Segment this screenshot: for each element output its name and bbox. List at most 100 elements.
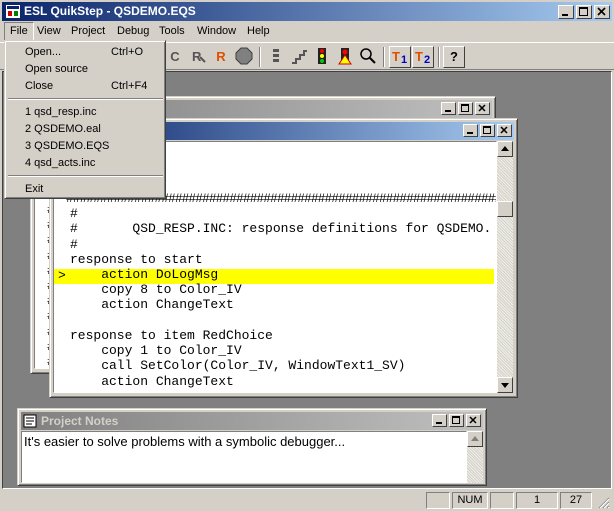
svg-text:1: 1 — [401, 54, 407, 65]
menu-window[interactable]: Window — [192, 22, 241, 41]
magnifier-icon — [360, 48, 376, 64]
status-num: NUM — [452, 492, 488, 509]
status-pane-blank — [490, 492, 514, 509]
code-line: # — [70, 237, 78, 252]
svg-text:T: T — [392, 49, 400, 64]
menu-open[interactable]: Open... Ctrl+O — [8, 44, 163, 61]
code-window-minimize-button[interactable] — [463, 124, 478, 137]
menu-file[interactable]: File — [4, 22, 34, 41]
code-window-controls — [461, 124, 512, 138]
code-line: response to start — [70, 252, 203, 267]
toolbar-stairs-button[interactable] — [288, 46, 310, 68]
menu-recent-4[interactable]: 4 qsd_acts.inc — [8, 155, 163, 172]
alert-light-icon — [338, 48, 352, 65]
notes-maximize-button[interactable] — [449, 414, 464, 427]
code-line: copy 8 to Color_IV — [70, 282, 242, 297]
notes-text: It's easier to solve problems with a sym… — [24, 434, 346, 449]
menu-recent-1[interactable]: 1 qsd_resp.inc — [8, 104, 163, 121]
code-line-current: action DoLogMsg — [70, 267, 219, 282]
menu-recent-3[interactable]: 3 QSDEMO.EQS — [8, 138, 163, 155]
bars-icon — [273, 49, 279, 62]
current-line-arrow: > — [58, 268, 66, 283]
menu-tools[interactable]: Tools — [154, 22, 190, 41]
notes-title: Project Notes — [41, 414, 119, 428]
menu-recent-2[interactable]: 2 QSDEMO.eal — [8, 121, 163, 138]
toolbar-t2-button[interactable]: T2 — [412, 46, 434, 68]
code-line: action ChangeText — [70, 297, 234, 312]
code-window-maximize-button[interactable] — [480, 124, 495, 137]
toolbar-t1-button[interactable]: T1 — [389, 46, 411, 68]
toolbar-level-button[interactable] — [265, 46, 287, 68]
maximize-button[interactable] — [576, 5, 592, 19]
notes-vertical-scrollbar[interactable] — [467, 431, 483, 483]
child-back-close-button[interactable] — [475, 102, 490, 115]
timer2-icon: T2 — [415, 49, 430, 66]
menu-separator — [8, 98, 163, 100]
code-line: call SetColor(Color_IV, WindowText1_SV) — [70, 358, 406, 373]
file-menu-dropdown: Open... Ctrl+O Open source Close Ctrl+F4… — [4, 40, 166, 199]
notes-controls — [430, 414, 481, 428]
notes-minimize-button[interactable] — [432, 414, 447, 427]
code-line: # — [70, 206, 78, 221]
scroll-down-button[interactable] — [497, 377, 513, 393]
timer1-icon: T1 — [392, 49, 407, 66]
child-back-maximize-button[interactable] — [458, 102, 473, 115]
child-back-controls — [439, 102, 490, 116]
svg-text:T: T — [415, 49, 423, 64]
toolbar-find-button[interactable] — [357, 46, 379, 68]
app-title-bar[interactable]: ESL QuikStep - QSDEMO.EQS — [2, 2, 612, 21]
menu-help[interactable]: Help — [242, 22, 275, 41]
minimize-button[interactable] — [558, 5, 574, 19]
menubar: File View Project Debug Tools Window Hel… — [0, 22, 614, 41]
menu-open-source[interactable]: Open source — [8, 61, 163, 78]
menu-project[interactable]: Project — [66, 22, 110, 41]
toolbar-step-button[interactable]: R — [187, 46, 209, 68]
menu-exit[interactable]: Exit — [8, 181, 163, 198]
toolbar-help-button[interactable]: ? — [443, 46, 465, 68]
notes-title-bar[interactable]: Project Notes — [21, 412, 483, 430]
child-back-minimize-button[interactable] — [441, 102, 456, 115]
code-line: # QSD_RESP.INC: response definitions for… — [70, 221, 492, 236]
project-notes-window[interactable]: Project Notes It's easier to solve probl… — [17, 408, 487, 486]
scroll-thumb[interactable] — [497, 201, 513, 217]
code-vertical-scrollbar[interactable] — [497, 141, 513, 393]
app-title: ESL QuikStep - QSDEMO.EQS — [24, 4, 196, 18]
menu-close[interactable]: Close Ctrl+F4 — [8, 78, 163, 95]
toolbar-warning-button[interactable] — [334, 46, 356, 68]
status-line: 1 — [516, 492, 558, 509]
notes-text-area[interactable]: It's easier to solve problems with a sym… — [21, 431, 467, 483]
toolbar-stop-button[interactable] — [233, 46, 255, 68]
status-bar: NUM 1 27 — [0, 490, 614, 511]
svg-text:2: 2 — [424, 54, 430, 65]
toolbar-separator — [259, 47, 261, 67]
arrow-up-icon — [471, 436, 479, 441]
menu-view[interactable]: View — [32, 22, 66, 41]
stairs-icon — [292, 50, 307, 64]
toolbar-c-button[interactable]: C — [164, 46, 186, 68]
code-line: action ChangeText — [70, 374, 234, 389]
step-icon: R — [192, 49, 206, 64]
toolbar-trafficlight-button[interactable] — [311, 46, 333, 68]
toolbar-separator — [383, 47, 385, 67]
resize-grip-icon[interactable] — [597, 496, 610, 509]
close-button[interactable] — [594, 5, 610, 19]
traffic-light-icon — [318, 48, 326, 64]
arrow-down-icon — [501, 383, 509, 388]
window-controls — [556, 5, 610, 19]
notes-icon — [23, 414, 37, 428]
stop-octagon-icon — [235, 47, 253, 65]
toolbar-separator — [438, 47, 440, 67]
menu-debug[interactable]: Debug — [112, 22, 154, 41]
toolbar-run-button[interactable]: R — [210, 46, 232, 68]
notes-close-button[interactable] — [466, 414, 481, 427]
code-window-close-button[interactable] — [497, 124, 512, 137]
main-window: ESL QuikStep - QSDEMO.EQS File View Proj… — [0, 0, 614, 511]
status-pane-blank — [426, 492, 450, 509]
notes-scroll-up-button[interactable] — [467, 431, 483, 447]
status-col: 27 — [560, 492, 592, 509]
code-line: response to item RedChoice — [70, 328, 273, 343]
code-line: copy 1 to Color_IV — [70, 343, 242, 358]
scroll-up-button[interactable] — [497, 141, 513, 157]
menu-separator — [8, 175, 163, 177]
app-icon — [6, 5, 20, 18]
